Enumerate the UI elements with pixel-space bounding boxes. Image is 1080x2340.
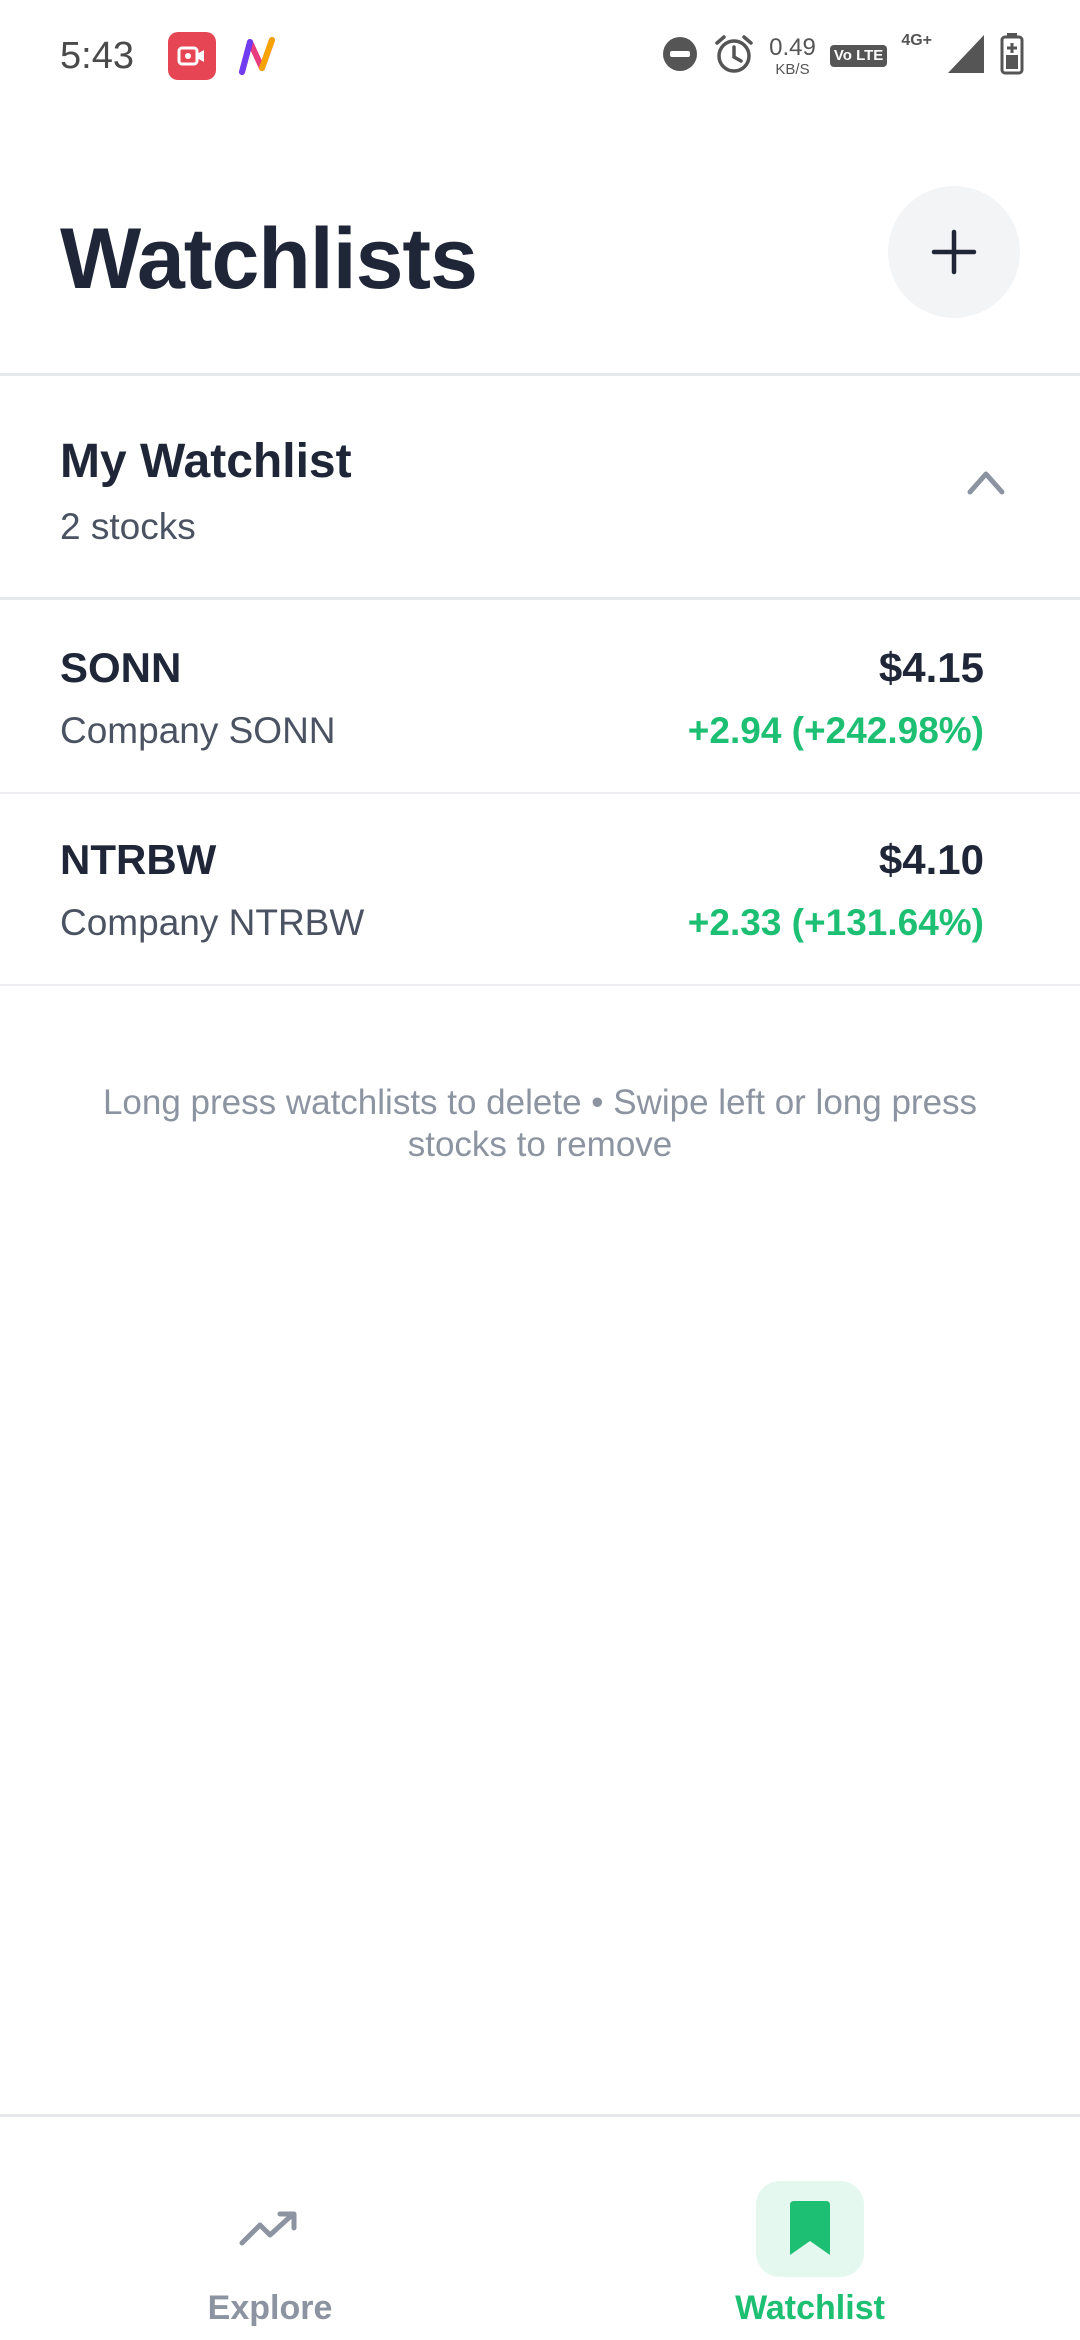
nav-label-explore: Explore — [207, 2289, 333, 2327]
screen-recorder-icon — [167, 32, 216, 80]
nav-item-watchlist[interactable]: Watchlist — [540, 2117, 1080, 2340]
nav-item-explore[interactable]: Explore — [0, 2117, 540, 2340]
stock-symbol: NTRBW — [60, 836, 217, 883]
alarm-icon — [713, 33, 755, 80]
network-speed-unit: KB/S — [775, 60, 810, 78]
page-header: Watchlists — [0, 150, 1080, 376]
help-hint-text: Long press watchlists to delete • Swipe … — [102, 1083, 978, 1164]
stock-row[interactable]: SONN Company SONN $4.15 +2.94 (+242.98%) — [0, 602, 1080, 794]
explore-icon-wrap — [216, 2181, 324, 2277]
network-speed-value: 0.49 — [769, 33, 816, 61]
volte-icon: Vo LTE — [829, 45, 888, 67]
chevron-up-icon[interactable] — [966, 468, 1006, 496]
network-type: 4G+ — [901, 32, 932, 49]
stock-company: Company SONN — [60, 710, 336, 751]
watchlist-name: My Watchlist — [60, 435, 352, 488]
page-title: Watchlists — [60, 211, 478, 307]
stock-change: +2.94 (+242.98%) — [687, 710, 984, 751]
battery-icon — [1000, 32, 1024, 80]
status-bar: 5:43 0.49 KB/S Vo LTE 4G+ — [0, 0, 1080, 112]
network-speed: 0.49 KB/S — [769, 33, 816, 78]
watchlist-icon-wrap — [756, 2181, 864, 2277]
do-not-disturb-icon — [661, 35, 699, 78]
stock-price: $4.10 — [878, 836, 984, 883]
stock-symbol: SONN — [60, 644, 182, 691]
watchlist-group-header[interactable]: My Watchlist 2 stocks — [0, 378, 1080, 600]
watchlists-screen: 5:43 0.49 KB/S Vo LTE 4G+ Watchlists My … — [0, 0, 1080, 2340]
add-watchlist-button[interactable] — [888, 186, 1020, 318]
stock-change: +2.33 (+131.64%) — [687, 902, 984, 943]
status-time: 5:43 — [60, 34, 134, 77]
plus-icon — [931, 229, 977, 275]
signal-icon — [946, 33, 986, 80]
stock-price: $4.15 — [878, 644, 984, 691]
status-icons: 0.49 KB/S Vo LTE 4G+ — [661, 28, 1024, 84]
stock-row[interactable]: NTRBW Company NTRBW $4.10 +2.33 (+131.64… — [0, 794, 1080, 986]
trending-up-icon — [239, 2211, 297, 2246]
stock-company: Company NTRBW — [60, 902, 365, 943]
bookmark-icon — [790, 2201, 830, 2255]
watchlist-stock-count: 2 stocks — [60, 506, 196, 547]
bottom-nav: Explore Watchlist — [0, 2114, 1080, 2340]
nav-label-watchlist: Watchlist — [735, 2289, 885, 2327]
app-n-icon — [236, 32, 280, 80]
